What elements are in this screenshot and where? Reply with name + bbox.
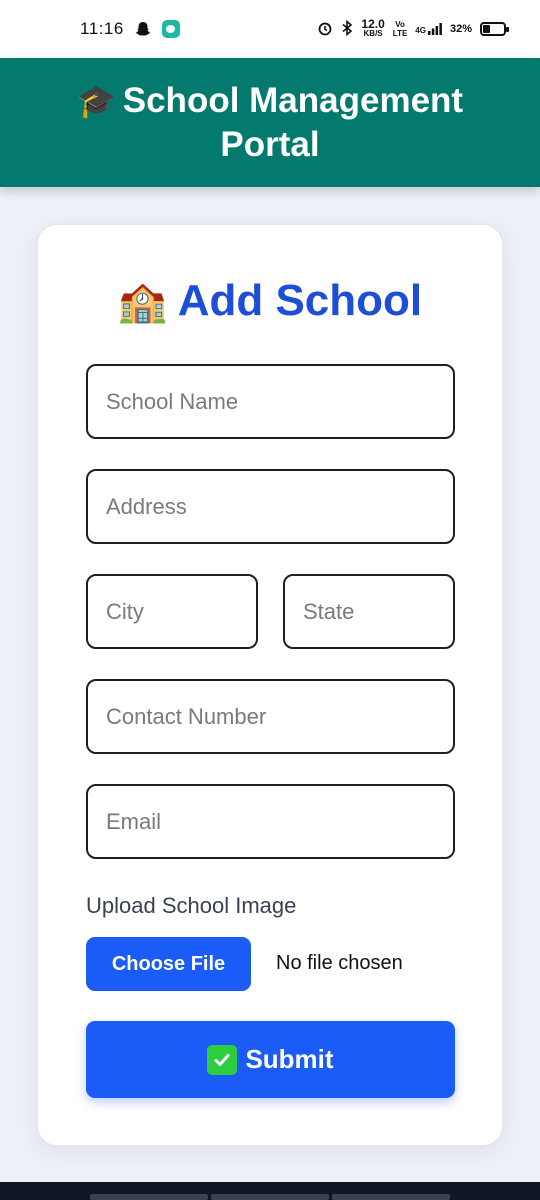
battery-percentage: 32% [449,23,472,35]
city-field[interactable] [86,574,258,649]
app-title: 🎓 School Management Portal [40,79,500,167]
check-mark-icon [207,1044,238,1075]
nav-segment [211,1194,329,1200]
speed-unit: KB/S [363,29,383,38]
state-field[interactable] [283,574,455,649]
file-status-text: No file chosen [276,952,403,974]
network-speed: 12.0 KB/S [361,17,385,39]
status-bar: 11:16 12.0 KB/S Vo LTE 4G 32% [0,0,540,58]
volte-bottom: LTE [392,29,408,38]
form-title: 🏫 Add School [38,275,502,328]
network-type: 4G [415,26,426,35]
signal-icon: 4G [415,23,442,35]
message-icon [161,20,180,38]
battery-icon [480,22,509,36]
school-name-input[interactable] [88,366,453,437]
graduation-cap-icon: 🎓 [76,82,117,119]
school-building-icon: 🏫 [117,280,168,324]
submit-button[interactable]: Submit [86,1021,455,1098]
state-input[interactable] [285,576,453,647]
volte-top: Vo [395,20,405,29]
city-input[interactable] [88,576,256,647]
app-header: 🎓 School Management Portal [0,58,540,187]
choose-file-button[interactable]: Choose File [86,937,251,991]
email-input[interactable] [88,786,453,857]
nav-segment [332,1194,450,1200]
system-nav-bar [0,1182,540,1200]
status-time: 11:16 [80,19,124,38]
bluetooth-icon [341,19,353,39]
contact-number-field[interactable] [86,679,455,754]
form-title-text: Add School [177,276,423,325]
school-name-field[interactable] [86,364,455,439]
add-school-card: 🏫Add School Upload School Image Choose F… [37,224,503,1146]
app-title-text: School Management Portal [122,80,464,164]
speed-value: 12.0 [361,17,385,31]
contact-number-input[interactable] [88,681,453,752]
email-field[interactable] [86,784,455,859]
status-right: 12.0 KB/S Vo LTE 4G 32% [317,17,509,39]
status-left: 11:16 [80,19,180,39]
volte-indicator: Vo LTE [393,20,408,38]
snapchat-icon [134,20,152,38]
alarm-icon [317,20,333,39]
address-field[interactable] [86,469,455,544]
upload-image-label: Upload School Image [86,893,297,918]
submit-label: Submit [245,1044,334,1074]
nav-segment [90,1194,208,1200]
address-input[interactable] [88,471,453,542]
